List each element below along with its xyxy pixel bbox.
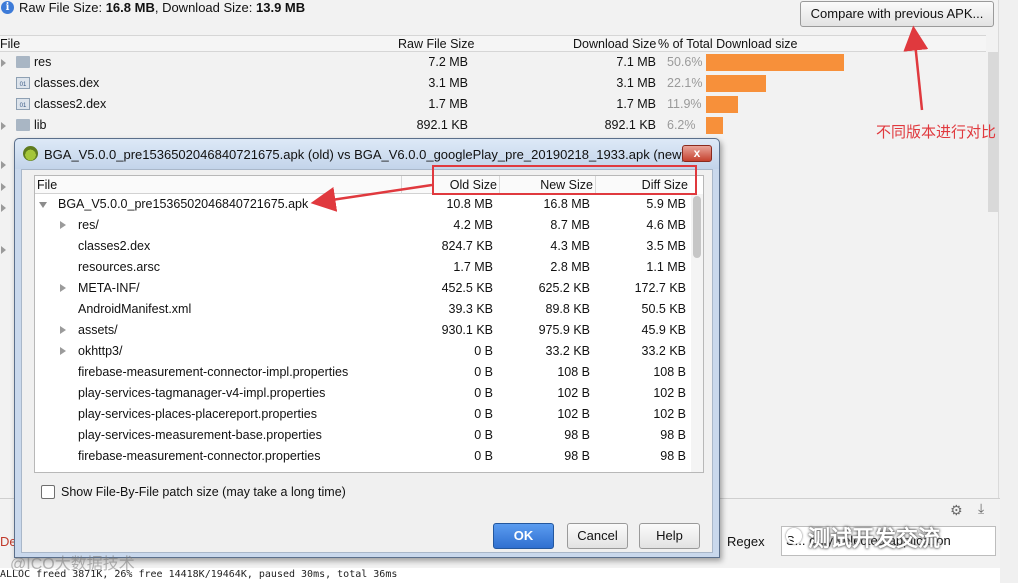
wechat-logo-icon [786,528,802,544]
watermark-left: @ICO大数据技术 [10,556,135,573]
arrow-to-compare-button [903,25,929,111]
annotation-arrows [310,25,929,212]
watermark-right: 测试开发交流 [808,526,941,551]
arrow-to-apk-row [310,183,433,212]
